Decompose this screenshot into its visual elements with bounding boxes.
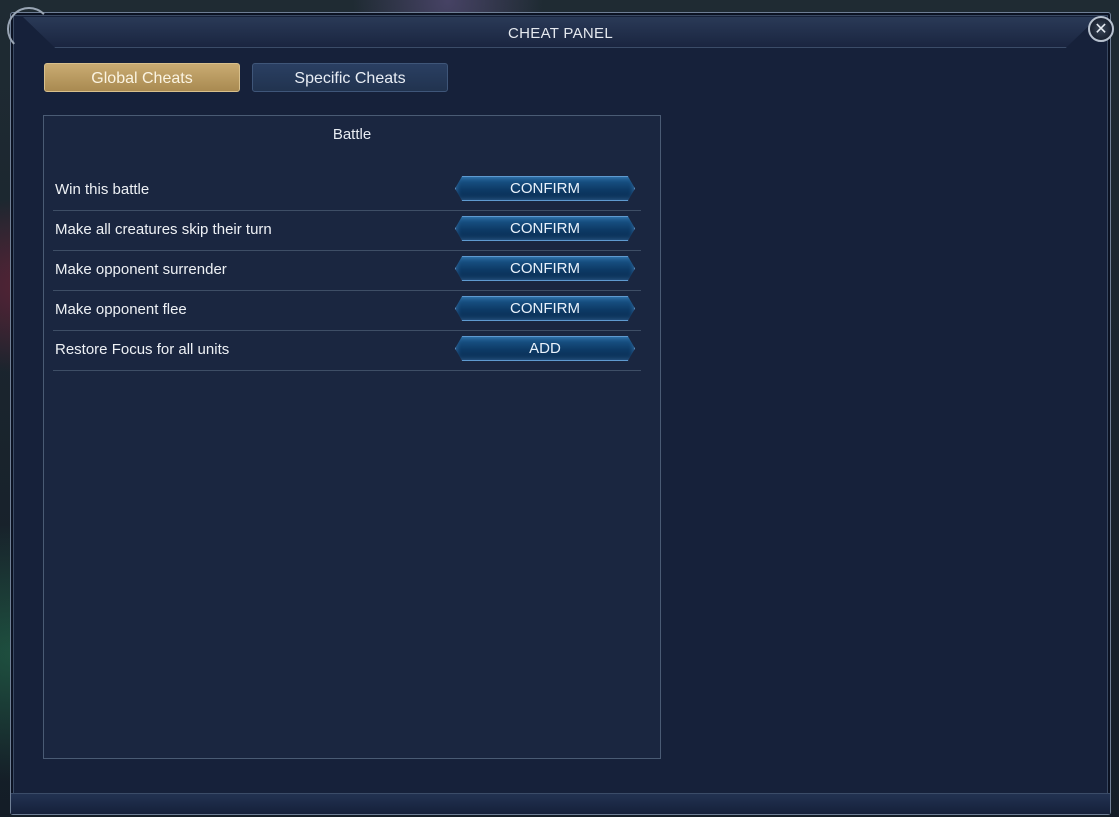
cheat-panel-window: CHEAT PANEL ✕ Global Cheats Specific Che… <box>7 7 1114 815</box>
section-title: Battle <box>332 126 372 143</box>
cheat-row-skip-turn: Make all creatures skip their turn CONFI… <box>53 211 641 251</box>
tab-specific-cheats[interactable]: Specific Cheats <box>252 63 448 92</box>
cheat-label: Make opponent surrender <box>55 261 227 278</box>
cheat-row-flee: Make opponent flee CONFIRM <box>53 291 641 331</box>
cheat-row-win-battle: Win this battle CONFIRM <box>53 171 641 211</box>
game-background: CHEAT PANEL ✕ Global Cheats Specific Che… <box>0 0 1119 817</box>
battle-section: Battle Win this battle CONFIRM Make all … <box>43 115 661 759</box>
cheat-row-surrender: Make opponent surrender CONFIRM <box>53 251 641 291</box>
cheat-row-restore-focus: Restore Focus for all units ADD <box>53 331 641 371</box>
confirm-button[interactable]: CONFIRM <box>455 176 635 201</box>
cheat-label: Make opponent flee <box>55 301 187 318</box>
add-button[interactable]: ADD <box>455 336 635 361</box>
bottom-bar <box>11 793 1110 814</box>
confirm-button[interactable]: CONFIRM <box>455 296 635 321</box>
cheat-label: Win this battle <box>55 181 150 198</box>
tab-global-cheats[interactable]: Global Cheats <box>44 63 240 92</box>
cheat-label: Restore Focus for all units <box>55 341 230 358</box>
confirm-button[interactable]: CONFIRM <box>455 256 635 281</box>
confirm-button[interactable]: CONFIRM <box>455 216 635 241</box>
close-icon[interactable]: ✕ <box>1088 16 1114 42</box>
cheat-label: Make all creatures skip their turn <box>55 221 272 238</box>
panel-title: CHEAT PANEL <box>508 25 613 42</box>
cheat-list: Win this battle CONFIRM Make all creatur… <box>53 171 641 371</box>
